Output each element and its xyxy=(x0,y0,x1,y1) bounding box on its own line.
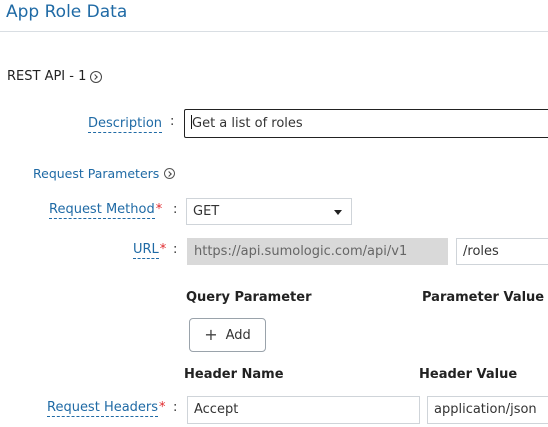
header-name-input[interactable]: Accept xyxy=(187,396,420,424)
url-path-input[interactable]: /roles xyxy=(456,238,548,265)
request-method-colon: : xyxy=(173,202,178,217)
page-header: App Role Data xyxy=(0,0,548,32)
request-method-value: GET xyxy=(193,204,220,219)
header-value-input[interactable]: application/json xyxy=(427,396,548,424)
url-path-value: /roles xyxy=(463,244,499,259)
request-parameters-toggle[interactable]: Request Parameters xyxy=(33,166,176,181)
app-role-data-page: App Role Data REST API - 1 Description :… xyxy=(0,0,548,427)
description-label: Description xyxy=(88,116,163,133)
add-button-label: Add xyxy=(225,327,251,343)
url-label: URL* xyxy=(133,242,167,259)
request-method-select[interactable]: GET xyxy=(186,198,352,225)
page-title: App Role Data xyxy=(6,2,128,22)
description-input[interactable]: Get a list of roles xyxy=(184,109,548,138)
request-method-label: Request Method* xyxy=(49,202,163,219)
description-value: Get a list of roles xyxy=(192,116,303,131)
parameter-value-column-header: Parameter Value xyxy=(422,290,545,305)
chevron-down-icon xyxy=(334,210,342,215)
header-value-value: application/json xyxy=(434,402,537,417)
circle-chevron-right-icon[interactable] xyxy=(90,70,103,83)
header-name-value: Accept xyxy=(194,402,239,417)
url-base-value: https://api.sumologic.com/api/v1 xyxy=(194,244,408,259)
header-name-column-header: Header Name xyxy=(184,367,284,382)
add-query-parameter-button[interactable]: + Add xyxy=(189,318,266,352)
circle-chevron-right-icon[interactable] xyxy=(164,168,176,179)
request-headers-label: Request Headers* xyxy=(47,400,166,417)
request-parameters-label: Request Parameters xyxy=(33,166,160,181)
rest-api-section-title[interactable]: REST API - 1 xyxy=(7,69,103,84)
url-colon: : xyxy=(173,242,178,257)
rest-api-title-text: REST API - 1 xyxy=(7,69,87,84)
url-base-field: https://api.sumologic.com/api/v1 xyxy=(187,238,448,265)
header-value-column-header: Header Value xyxy=(419,367,518,382)
query-parameter-column-header: Query Parameter xyxy=(186,290,312,305)
request-headers-colon: : xyxy=(173,400,178,415)
description-colon: : xyxy=(170,114,175,129)
plus-icon: + xyxy=(204,325,218,344)
